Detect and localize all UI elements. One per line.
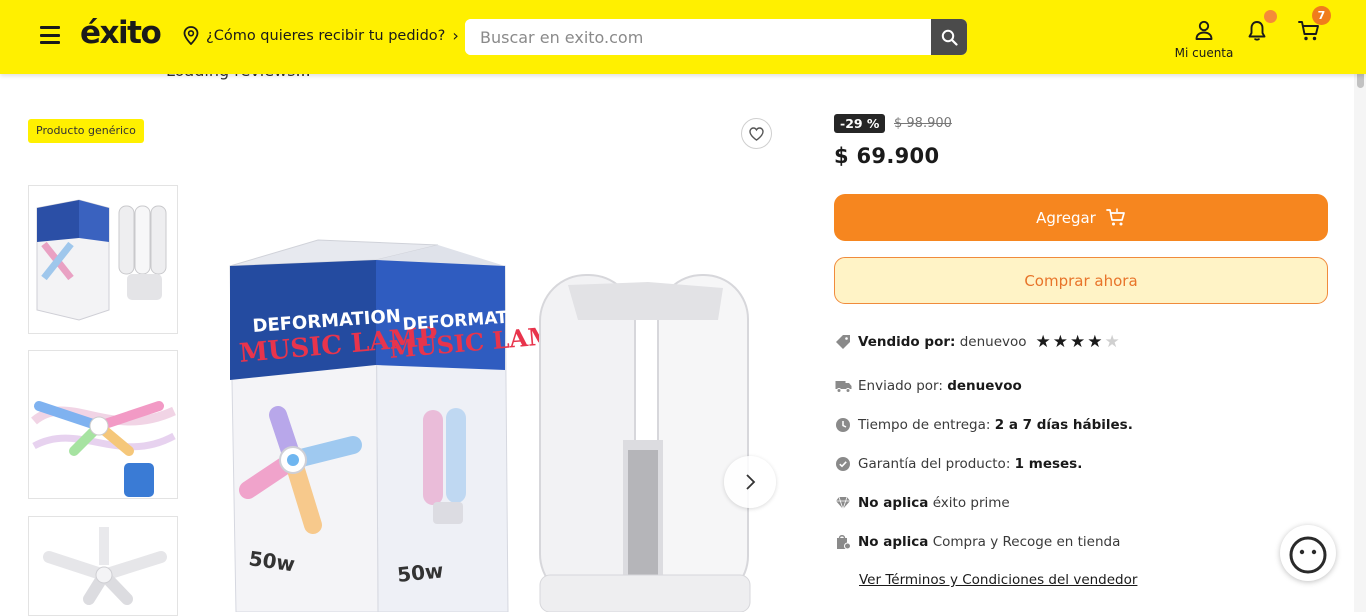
logo-text: éxito [80,15,162,51]
thumbnail-3[interactable] [28,516,178,616]
pickup-label: Compra y Recoge en tienda [932,534,1121,550]
notifications-button[interactable] [1245,10,1277,47]
search-input[interactable] [465,19,931,55]
seller-name[interactable]: denuevoo [960,334,1027,350]
pickup-row: No aplica Compra y Recoge en tienda [835,534,1120,550]
add-to-cart-label: Agregar [1036,208,1096,227]
pickup-not-applicable: No aplica [858,534,929,550]
next-image-button[interactable] [724,456,776,508]
cart-icon [1106,208,1125,226]
delivery-time-row: Tiempo de entrega: 2 a 7 días hábiles. [835,417,1133,433]
buy-now-button[interactable]: Comprar ahora [834,257,1328,304]
store-pickup-icon [835,534,853,550]
thumbnail-2[interactable] [28,350,178,499]
prime-label: éxito prime [932,495,1010,511]
lamp-colors-thumbnail [29,351,177,498]
box-wattage-side: 50w [396,558,445,587]
seller-label: Vendido por: [858,334,956,350]
seller-rating: ★★★★★ [1036,332,1122,352]
lamp-white-thumbnail [29,517,177,615]
discount-badge: -29 % [834,114,886,133]
thumbnail-1[interactable] [28,185,178,334]
add-to-cart-button[interactable]: Agregar [834,194,1328,241]
cart-button[interactable]: 7 [1297,6,1331,47]
favorite-button[interactable] [741,118,772,149]
search-icon [941,29,958,46]
chat-icon [1289,536,1327,574]
delivery-location-selector[interactable]: ¿Cómo quieres recibir tu pedido? › [183,26,459,45]
warranty-value: 1 meses. [1014,456,1083,472]
star-icon: ★ [1035,332,1053,352]
seller-terms-link[interactable]: Ver Términos y Condiciones del vendedor [859,572,1137,588]
location-pin-icon [183,26,199,45]
lamp-box-thumbnail [29,186,177,333]
current-price: $ 69.900 [834,144,940,168]
account-button[interactable]: Mi cuenta [1172,20,1236,60]
delivery-value: 2 a 7 días hábiles. [994,417,1133,433]
prime-row: No aplica éxito prime [835,495,1010,511]
menu-icon[interactable] [40,26,60,44]
bell-icon [1248,21,1266,41]
chat-assistant-button[interactable] [1280,525,1336,581]
scrollbar-track[interactable] [1354,0,1366,612]
location-prompt: ¿Cómo quieres recibir tu pedido? [206,27,446,44]
warranty-row: Garantía del producto: 1 meses. [835,456,1082,472]
badge-check-icon [835,456,853,472]
site-header: éxito ¿Cómo quieres recibir tu pedido? ›… [0,0,1366,74]
heart-icon [749,126,764,141]
exito-logo[interactable]: éxito [80,15,162,51]
star-icon: ★ [1070,332,1088,352]
main-product-image[interactable]: DEFORMATION MUSIC LAMP DEFORMATION MUSIC… [218,190,778,612]
clock-icon [835,417,853,433]
delivery-label: Tiempo de entrega: [858,417,991,433]
chevron-right-icon [746,474,756,490]
shipped-label: Enviado por: [858,378,943,394]
buy-now-label: Comprar ahora [1024,271,1138,290]
music-lamp-image: DEFORMATION MUSIC LAMP DEFORMATION MUSIC… [218,190,778,612]
cart-count-badge: 7 [1312,6,1331,25]
tag-icon [835,334,853,350]
diamond-icon [835,496,853,510]
shipped-by-value: denuevoo [947,378,1022,394]
star-empty-icon: ★ [1104,332,1122,352]
old-price: $ 98.900 [894,116,952,131]
generic-product-badge: Producto genérico [28,119,144,143]
shipped-by-row: Enviado por: denuevoo [835,378,1022,394]
chevron-right-icon: › [452,26,459,45]
search-bar [465,19,967,55]
prime-not-applicable: No aplica [858,495,929,511]
truck-icon [835,379,853,393]
seller-row: Vendido por: denuevoo ★★★★★ [835,332,1122,352]
search-button[interactable] [931,19,967,55]
user-icon [1195,20,1213,40]
notification-dot [1264,10,1277,23]
star-icon: ★ [1052,332,1071,352]
account-label: Mi cuenta [1174,46,1234,60]
star-icon: ★ [1087,332,1105,352]
warranty-label: Garantía del producto: [858,456,1011,472]
